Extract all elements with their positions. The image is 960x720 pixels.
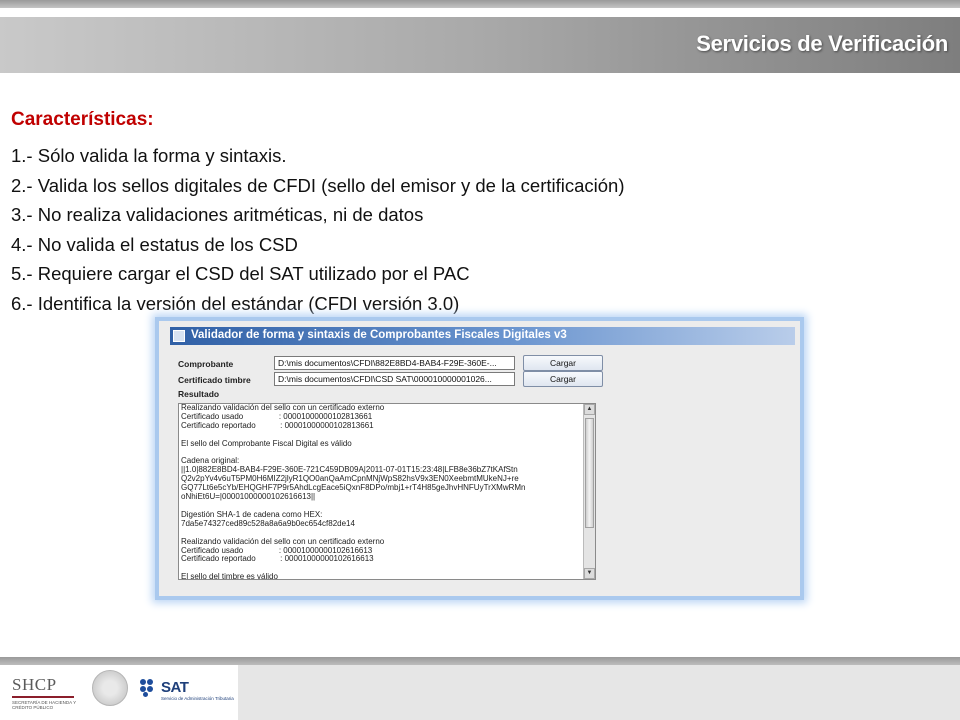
validator-screenshot: Validador de forma y sintaxis de Comprob…: [155, 317, 804, 600]
resultado-textarea[interactable]: Realizando validación del sello con un c…: [178, 403, 596, 580]
resultado-text: Realizando validación del sello con un c…: [181, 403, 526, 580]
top-divider-bar: [0, 0, 960, 8]
feature-item: 5.- Requiere cargar el CSD del SAT utili…: [11, 263, 470, 284]
validator-titlebar: Validador de forma y sintaxis de Comprob…: [170, 327, 795, 345]
validator-title: Validador de forma y sintaxis de Comprob…: [191, 329, 567, 341]
feature-item: 3.- No realiza validaciones aritméticas,…: [11, 204, 424, 225]
comprobante-path-field[interactable]: D:\mis documentos\CFDI\882E8BD4-BAB4-F29…: [274, 356, 515, 370]
sat-dots-icon: [140, 679, 158, 697]
mexico-seal-icon: [92, 670, 128, 706]
cargar-certificado-button[interactable]: Cargar: [523, 371, 603, 387]
shcp-logo-subtitle: SECRETARÍA DE HACIENDA Y CRÉDITO PÚBLICO: [12, 700, 77, 710]
feature-item: 2.- Valida los sellos digitales de CFDI …: [11, 174, 625, 196]
feature-item: 1.- Sólo valida la forma y sintaxis.: [11, 145, 287, 166]
scroll-thumb[interactable]: [585, 418, 594, 528]
footer-divider-bar: [0, 657, 960, 665]
resultado-label: Resultado: [178, 389, 220, 399]
shcp-logo-text: SHCP: [12, 675, 57, 694]
page-title: Servicios de Verificación: [696, 31, 948, 56]
scroll-up-arrow-icon[interactable]: ▲: [584, 404, 595, 415]
header-band: Servicios de Verificación: [0, 17, 960, 73]
feature-item: 6.- Identifica la versión del estándar (…: [11, 292, 460, 314]
feature-item: 4.- No valida el estatus de los CSD: [11, 233, 298, 255]
scroll-down-arrow-icon[interactable]: ▼: [584, 568, 595, 579]
resultado-scrollbar[interactable]: ▲ ▼: [583, 404, 595, 579]
validator-window: Validador de forma y sintaxis de Comprob…: [159, 321, 800, 596]
app-window-icon: [173, 330, 185, 342]
sat-logo-text: SAT: [161, 679, 189, 696]
certificado-path-field[interactable]: D:\mis documentos\CFDI\CSD SAT\000010000…: [274, 372, 515, 386]
shcp-logo: SHCP SECRETARÍA DE HACIENDA Y CRÉDITO PÚ…: [12, 675, 82, 710]
features-list: 1.- Sólo valida la forma y sintaxis. 2.-…: [11, 141, 625, 318]
comprobante-label: Comprobante: [178, 359, 234, 369]
features-heading: Características:: [11, 109, 154, 130]
shcp-logo-line: [12, 696, 74, 698]
cargar-comprobante-button[interactable]: Cargar: [523, 355, 603, 371]
footer-panel: [238, 665, 960, 720]
sat-logo-subtitle: Servicio de Administración Tributaria: [161, 696, 234, 701]
certificado-label: Certificado timbre: [178, 375, 251, 385]
